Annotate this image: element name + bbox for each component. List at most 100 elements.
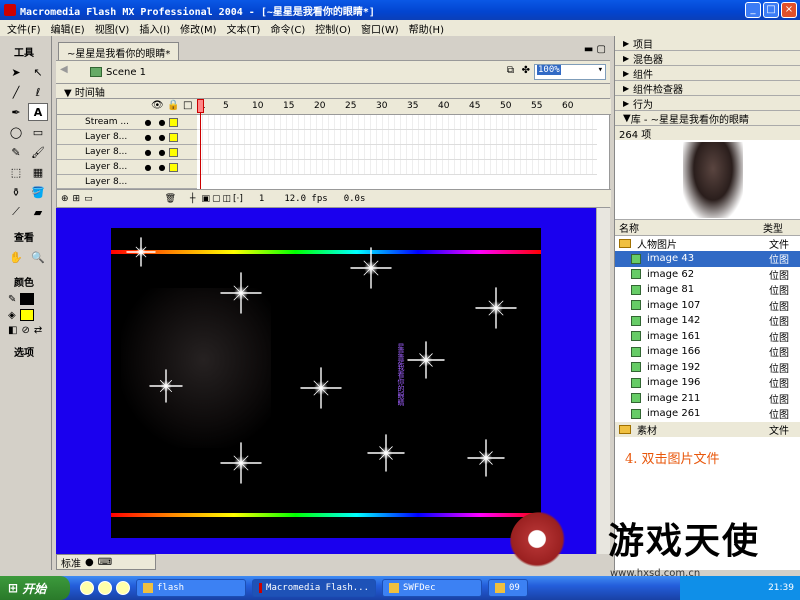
frame-ruler[interactable]: 👁 🔒 □ 1 5 10 15 20 25 30 35 40 45 50 55 … [57, 99, 611, 115]
maximize-button[interactable]: □ [763, 2, 779, 18]
panel-component-inspector[interactable]: ▶ 组件检查器 [615, 81, 800, 96]
layer-row[interactable]: Layer 8... ● ● [57, 130, 197, 145]
minimize-button[interactable]: _ [745, 2, 761, 18]
desktop-icon[interactable] [116, 581, 130, 595]
layer-frames[interactable] [197, 145, 597, 160]
paint-bucket-tool-icon[interactable]: 🪣 [28, 183, 48, 201]
edit-scene-icon[interactable]: ✤ [522, 65, 530, 76]
menu-edit[interactable]: 编辑(E) [46, 21, 90, 36]
library-item[interactable]: image 192 位图 [615, 360, 800, 376]
task-swfdec[interactable]: SWFDec [382, 579, 482, 597]
document-tab[interactable]: ~星星是我看你的眼睛* [58, 42, 180, 60]
zoom-select[interactable]: 100% ▾ [534, 64, 606, 80]
media-icon[interactable] [98, 581, 112, 595]
task-other[interactable]: 09 [488, 579, 528, 597]
menu-insert[interactable]: 插入(I) [134, 21, 175, 36]
layer-frames[interactable] [197, 115, 597, 130]
browser-icon[interactable] [80, 581, 94, 595]
library-item[interactable]: image 196 位图 [615, 375, 800, 391]
library-item[interactable]: image 211 位图 [615, 391, 800, 407]
zoom-tool-icon[interactable]: 🔍 [28, 248, 48, 266]
layer-row[interactable]: Layer 8... [57, 175, 197, 189]
ink-bottle-tool-icon[interactable]: ⚱ [6, 183, 26, 201]
fill-color-icon: ◈ [8, 309, 16, 321]
menu-file[interactable]: 文件(F) [2, 21, 46, 36]
edit-multiple-icon[interactable]: ◫ [223, 194, 232, 204]
no-color-icon[interactable]: ⊘ [21, 325, 29, 336]
library-item[interactable]: image 107 位图 [615, 298, 800, 314]
menu-control[interactable]: 控制(O) [310, 21, 356, 36]
close-button[interactable]: × [781, 2, 797, 18]
layer-frames[interactable] [197, 130, 597, 145]
library-item[interactable]: image 261 位图 [615, 406, 800, 422]
library-folder[interactable]: 素材 文件 [615, 421, 800, 437]
panel-components[interactable]: ▶ 组件 [615, 66, 800, 81]
library-item[interactable]: image 62 位图 [615, 267, 800, 283]
layer-row[interactable]: Stream ... ● ● [57, 115, 197, 130]
stroke-color-swatch[interactable] [20, 293, 35, 305]
menu-help[interactable]: 帮助(H) [404, 21, 449, 36]
layer-row[interactable]: Layer 8... ● ● [57, 160, 197, 175]
black-white-icon[interactable]: ◧ [8, 325, 17, 336]
add-folder-icon[interactable]: ▭ [84, 194, 93, 204]
stage[interactable]: 星星是我看你的眼睛 [111, 228, 541, 538]
panel-behaviors[interactable]: ▶ 行为 [615, 96, 800, 111]
vertical-scrollbar[interactable] [596, 208, 610, 554]
library-item[interactable]: image 142 位图 [615, 313, 800, 329]
outline-icon[interactable]: □ [183, 100, 192, 111]
add-layer-icon[interactable]: ⊕ [61, 194, 69, 204]
record-icon[interactable]: ● [85, 557, 94, 568]
menu-modify[interactable]: 修改(M) [175, 21, 221, 36]
onion-skin-icon[interactable]: ▣ [201, 194, 210, 204]
menu-view[interactable]: 视图(V) [90, 21, 135, 36]
brush-tool-icon[interactable]: 🖌 [28, 143, 48, 161]
lock-icon[interactable]: 🔒 [167, 100, 179, 111]
library-item[interactable]: image 161 位图 [615, 329, 800, 345]
free-transform-tool-icon[interactable]: ⬚ [6, 163, 26, 181]
keyboard-icon[interactable]: ⌨ [98, 557, 112, 568]
eye-icon[interactable]: 👁 [151, 100, 164, 111]
delete-layer-icon[interactable]: 🗑 [165, 194, 176, 204]
back-arrow-icon[interactable]: ◀ [60, 64, 76, 80]
swap-colors-icon[interactable]: ⇄ [34, 325, 42, 336]
arrow-tool-icon[interactable]: ➤ [6, 63, 26, 81]
library-item[interactable]: image 81 位图 [615, 282, 800, 298]
menu-text[interactable]: 文本(T) [222, 21, 266, 36]
layer-frames[interactable] [197, 160, 597, 175]
document-controls[interactable]: ▬ ▢ [584, 44, 606, 55]
oval-tool-icon[interactable]: ◯ [6, 123, 26, 141]
pen-tool-icon[interactable]: ✒ [6, 103, 26, 121]
onion-markers-icon[interactable]: [·] [233, 194, 243, 204]
timeline-header[interactable]: ▼ 时间轴 [56, 84, 610, 99]
hand-tool-icon[interactable]: ✋ [6, 248, 26, 266]
center-frame-icon[interactable]: ┼ [190, 194, 195, 204]
onion-outline-icon[interactable]: ▢ [212, 194, 221, 204]
scene-name[interactable]: Scene 1 [106, 67, 146, 78]
start-button[interactable]: ⊞ 开始 [0, 576, 70, 600]
task-macromedia-flash[interactable]: Macromedia Flash... [252, 579, 376, 597]
menu-commands[interactable]: 命令(C) [265, 21, 310, 36]
add-guide-icon[interactable]: ⊞ [73, 194, 81, 204]
eyedropper-tool-icon[interactable]: ⟋ [6, 203, 26, 221]
rectangle-tool-icon[interactable]: ▭ [28, 123, 48, 141]
menu-window[interactable]: 窗口(W) [356, 21, 404, 36]
layer-row[interactable]: Layer 8... ● ● [57, 145, 197, 160]
eraser-tool-icon[interactable]: ▰ [28, 203, 48, 221]
edit-symbols-icon[interactable]: ⧉ [507, 65, 514, 76]
fill-color-swatch[interactable] [19, 309, 34, 321]
panel-project[interactable]: ▶ 项目 [615, 36, 800, 51]
library-item[interactable]: image 166 位图 [615, 344, 800, 360]
panel-color-mixer[interactable]: ▶ 混色器 [615, 51, 800, 66]
column-type[interactable]: 类型 [763, 220, 783, 235]
lasso-tool-icon[interactable]: ℓ [28, 83, 48, 101]
column-name[interactable]: 名称 [619, 220, 639, 235]
library-folder[interactable]: 人物图片 文件 [615, 236, 800, 251]
library-panel-header[interactable]: ▼ 库 - ~星星是我看你的眼睛 [615, 111, 800, 126]
subselect-tool-icon[interactable]: ↖ [28, 63, 48, 81]
pencil-tool-icon[interactable]: ✎ [6, 143, 26, 161]
fill-transform-tool-icon[interactable]: ▦ [28, 163, 48, 181]
line-tool-icon[interactable]: ╱ [6, 83, 26, 101]
text-tool-icon[interactable]: A [28, 103, 48, 121]
task-flash-folder[interactable]: flash [136, 579, 246, 597]
library-item[interactable]: image 43 位图 [615, 251, 800, 267]
